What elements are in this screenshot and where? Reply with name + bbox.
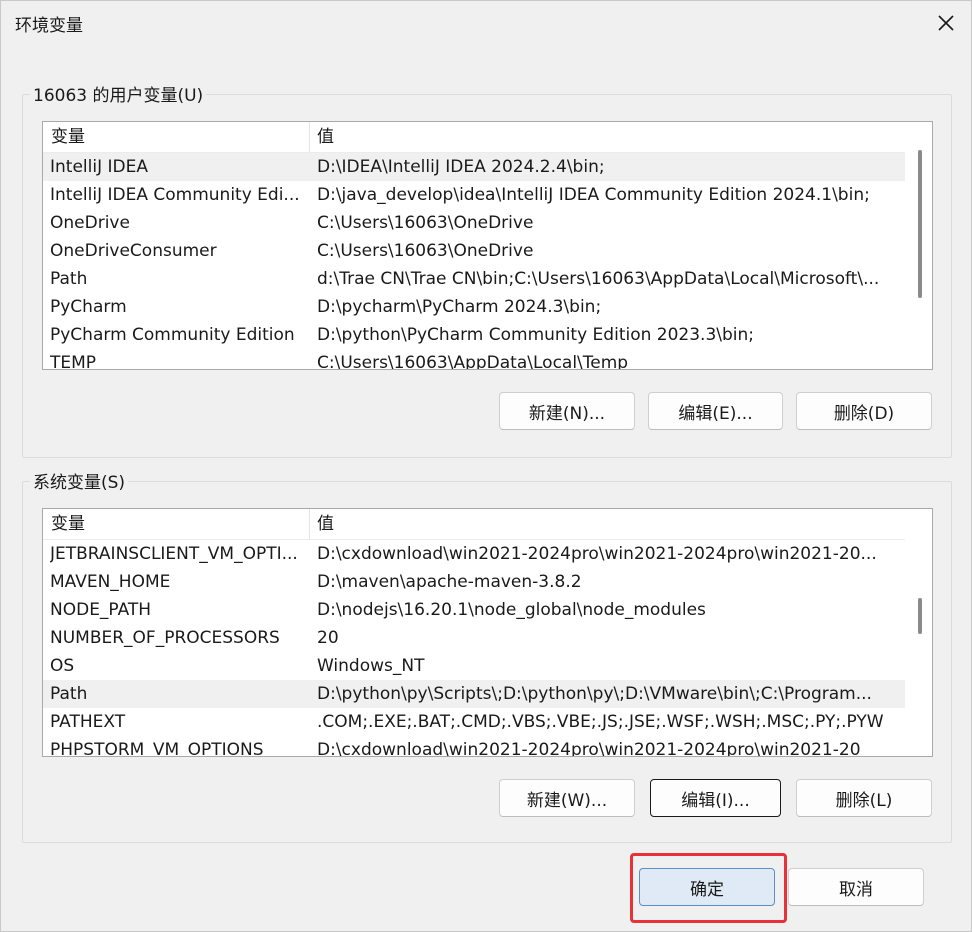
user-new-button[interactable]: 新建(N)... [499,392,635,430]
system-variables-label: 系统变量(S) [30,468,129,493]
variable-value-cell: d:\Trae CN\Trae CN\bin;C:\Users\16063\Ap… [317,269,880,289]
variable-value-cell: D:\maven\apache-maven-3.8.2 [317,572,582,592]
variable-value-cell: C:\Users\16063\OneDrive [317,213,534,233]
variable-name-cell: PHPSTORM_VM_OPTIONS [50,740,264,757]
variable-name-cell: MAVEN_HOME [50,572,171,592]
close-button[interactable] [929,7,963,39]
user-edit-button[interactable]: 编辑(E)... [648,392,783,430]
window-title: 环境变量 [15,16,83,36]
variable-name-cell: Path [50,269,88,289]
variable-value-cell: D:\pycharm\PyCharm 2024.3\bin; [317,297,602,317]
title-bar[interactable]: 环境变量 [1,1,971,45]
variable-name-cell: PyCharm [50,297,127,317]
variable-name-cell: OneDriveConsumer [50,241,217,261]
table-row[interactable]: TEMP C:\Users\16063\AppData\Local\Temp [43,349,905,370]
table-row[interactable]: NUMBER_OF_PROCESSORS 20 [43,624,905,652]
variable-name-cell: NUMBER_OF_PROCESSORS [50,628,280,648]
variable-name-cell: PATHEXT [50,712,126,732]
variable-value-cell: D:\cxdownload\win2021-2024pro\win2021-20… [317,740,861,757]
column-header-value[interactable]: 值 [310,122,905,152]
user-variables-group: 16063 的用户变量(U) 变量 值 IntelliJ IDEA D:\IDEA… [22,81,952,458]
variable-name-cell: PyCharm Community Edition [50,325,295,345]
variable-name-cell: JETBRAINSCLIENT_VM_OPTI... [50,544,298,564]
close-icon [938,15,954,31]
environment-variables-dialog: 环境变量 16063 的用户变量(U) 变量 值 IntelliJ IDEA D:… [0,0,972,932]
variable-name-cell: OS [50,656,75,676]
table-row[interactable]: JETBRAINSCLIENT_VM_OPTI... D:\cxdownload\… [43,540,905,568]
system-rows: JETBRAINSCLIENT_VM_OPTI... D:\cxdownload\… [43,540,905,757]
ok-button-highlight [630,853,787,923]
column-header-variable[interactable]: 变量 [43,509,310,539]
user-list-scrollbar[interactable] [906,122,932,369]
variable-value-cell: 20 [317,628,339,648]
system-variables-group: 系统变量(S) 变量 值 JETBRAINSCLIENT_VM_OPTI... D… [22,468,952,843]
table-row[interactable]: PATHEXT .COM;.EXE;.BAT;.CMD;.VBS;.VBE;.JS… [43,708,905,736]
user-delete-button[interactable]: 删除(D) [796,392,932,430]
variable-name-cell: OneDrive [50,213,130,233]
variable-value-cell: D:\python\py\Scripts\;D:\python\py\;D:\V… [317,684,872,704]
variable-value-cell: C:\Users\16063\AppData\Local\Temp [317,353,629,370]
table-row[interactable]: PyCharm D:\pycharm\PyCharm 2024.3\bin; [43,293,905,321]
system-variables-list[interactable]: 变量 值 JETBRAINSCLIENT_VM_OPTI... D:\cxdown… [42,508,933,757]
system-new-button[interactable]: 新建(W)... [499,779,635,817]
system-list-scrollbar[interactable] [906,509,932,756]
variable-value-cell: D:\cxdownload\win2021-2024pro\win2021-20… [317,544,877,564]
table-row[interactable]: PyCharm Community Edition D:\python\PyCha… [43,321,905,349]
variable-name-cell: Path [50,684,88,704]
user-list-header: 变量 值 [43,122,905,153]
system-edit-button[interactable]: 编辑(I)... [650,779,781,817]
variable-value-cell: D:\java_develop\idea\IntelliJ IDEA Commu… [317,185,870,205]
variable-name-cell: TEMP [50,353,97,370]
table-row[interactable]: PHPSTORM_VM_OPTIONS D:\cxdownload\win2021… [43,736,905,757]
user-scroll-thumb[interactable] [918,150,922,298]
variable-name-cell: IntelliJ IDEA Community Edi... [50,185,300,205]
table-row[interactable]: OS Windows_NT [43,652,905,680]
table-row[interactable]: Path d:\Trae CN\Trae CN\bin;C:\Users\1606… [43,265,905,293]
table-row[interactable]: OneDriveConsumer C:\Users\16063\OneDrive [43,237,905,265]
table-row[interactable]: NODE_PATH D:\nodejs\16.20.1\node_global\n… [43,596,905,624]
user-variables-list[interactable]: 变量 值 IntelliJ IDEA D:\IDEA\IntelliJ IDEA … [42,121,933,370]
variable-value-cell: Windows_NT [317,656,425,676]
variable-name-cell: IntelliJ IDEA [50,157,148,177]
variable-value-cell: .COM;.EXE;.BAT;.CMD;.VBS;.VBE;.JS;.JSE;.… [317,712,884,732]
table-row[interactable]: OneDrive C:\Users\16063\OneDrive [43,209,905,237]
variable-value-cell: D:\nodejs\16.20.1\node_global\node_modul… [317,600,706,620]
variable-value-cell: C:\Users\16063\OneDrive [317,241,534,261]
variable-value-cell: D:\python\PyCharm Community Edition 2023… [317,325,755,345]
cancel-button[interactable]: 取消 [788,868,924,906]
system-delete-button[interactable]: 删除(L) [796,779,932,817]
user-variables-label: 16063 的用户变量(U) [30,81,207,106]
variable-name-cell: NODE_PATH [50,600,152,620]
table-row[interactable]: MAVEN_HOME D:\maven\apache-maven-3.8.2 [43,568,905,596]
table-row[interactable]: IntelliJ IDEA D:\IDEA\IntelliJ IDEA 2024.… [43,153,905,181]
column-header-variable[interactable]: 变量 [43,122,310,152]
system-scroll-thumb[interactable] [918,598,922,634]
table-row[interactable]: Path D:\python\py\Scripts\;D:\python\py\;… [43,680,905,708]
user-rows: IntelliJ IDEA D:\IDEA\IntelliJ IDEA 2024.… [43,153,905,370]
variable-value-cell: D:\IDEA\IntelliJ IDEA 2024.2.4\bin; [317,157,605,177]
system-list-header: 变量 值 [43,509,905,540]
column-header-value[interactable]: 值 [310,509,905,539]
table-row[interactable]: IntelliJ IDEA Community Edi... D:\java_de… [43,181,905,209]
